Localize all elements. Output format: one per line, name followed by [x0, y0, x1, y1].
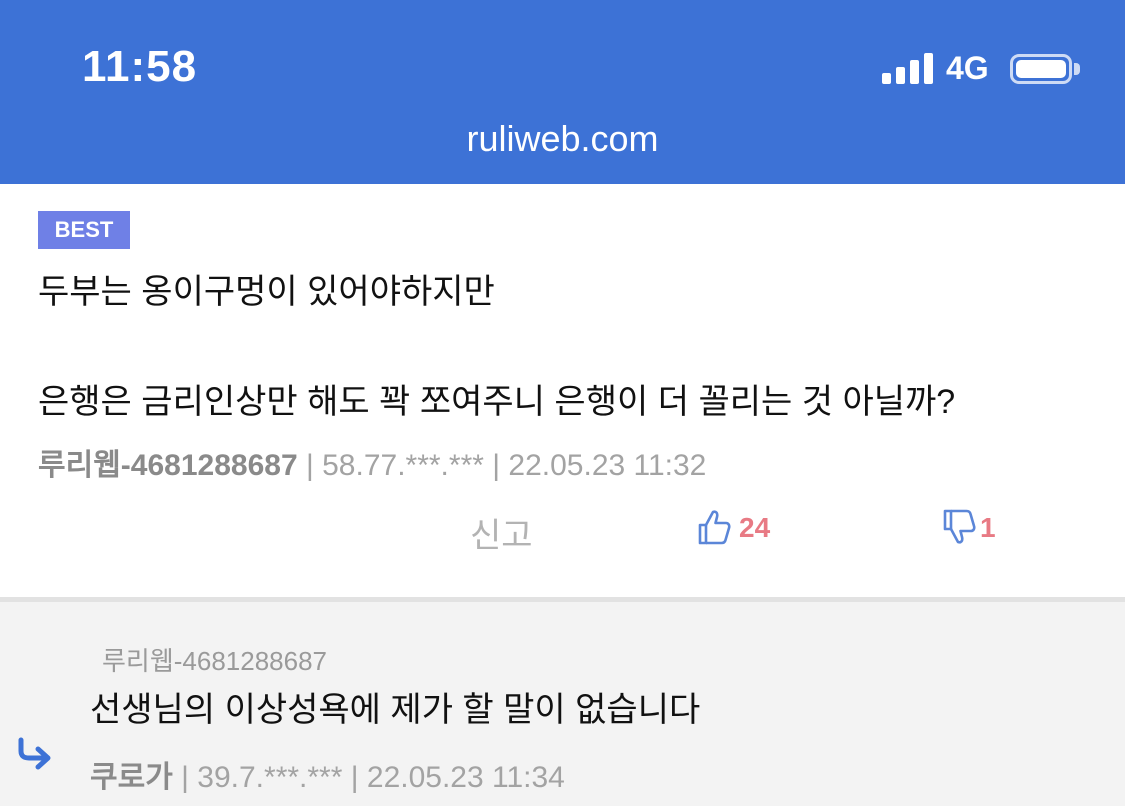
reply-meta: 쿠로가 | 39.7.***.*** | 22.05.23 11:34 — [90, 752, 565, 796]
comment-meta: 루리웹-4681288687 | 58.77.***.*** | 22.05.2… — [38, 440, 706, 484]
signal-icon — [882, 53, 934, 84]
reply-to-author[interactable]: 루리웹-4681288687 — [102, 641, 327, 678]
dislike-button[interactable]: 1 — [942, 508, 1002, 548]
network-type: 4G — [946, 50, 989, 86]
best-badge: BEST — [38, 211, 130, 249]
reply-date: 22.05.23 11:34 — [366, 761, 565, 794]
meta-separator: | — [181, 761, 198, 794]
comment-ip: 58.77.***.*** — [322, 449, 484, 482]
like-button[interactable]: 24 — [697, 508, 777, 548]
report-button[interactable]: 신고 — [470, 508, 533, 557]
comment-date: 22.05.23 11:32 — [508, 449, 707, 482]
address-url[interactable]: ruliweb.com — [0, 118, 1125, 160]
meta-separator: | — [492, 449, 509, 482]
thumbs-up-icon — [698, 510, 731, 545]
reply-ip: 39.7.***.*** — [197, 761, 343, 794]
comment-line-1: 두부는 옹이구멍이 있어야하지만 — [38, 273, 495, 311]
meta-separator: | — [305, 449, 323, 482]
like-count: 24 — [739, 512, 771, 543]
reply-author[interactable]: 쿠로가 — [90, 761, 173, 794]
reply-arrow-icon — [18, 737, 51, 770]
battery-cap — [1074, 63, 1080, 75]
comment-author[interactable]: 루리웹-4681288687 — [38, 449, 298, 482]
thumbs-down-icon — [943, 509, 976, 544]
status-bar: 11:58 4G ruliweb.com — [0, 0, 1125, 184]
comment-line-2: 은행은 금리인상만 해도 꽉 쪼여주니 은행이 더 꼴리는 것 아닐까? — [38, 383, 956, 421]
dislike-count: 1 — [980, 512, 996, 543]
reply-text: 선생님의 이상성욕에 제가 할 말이 없습니다 — [90, 691, 701, 729]
status-time: 11:58 — [82, 42, 198, 91]
meta-separator: | — [350, 761, 367, 794]
battery-icon — [1010, 54, 1072, 84]
